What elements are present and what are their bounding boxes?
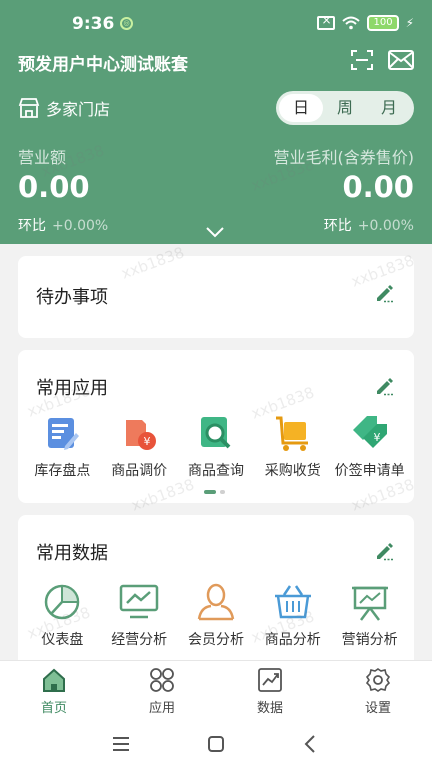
revenue-compare: 环比 +0.00% [18, 215, 108, 235]
status-icons: 100 ⚡ [317, 13, 414, 31]
tab-home[interactable]: 首页 [0, 661, 108, 720]
app-label: 商品调价 [111, 463, 168, 479]
app-label: 价签申请单 [334, 463, 405, 479]
inventory-count-icon [48, 418, 80, 450]
data-product-analysis[interactable]: 商品分析 [257, 581, 329, 649]
edit-icon[interactable] [374, 541, 394, 561]
app-price-tag[interactable]: ¥ 价签申请单 [334, 412, 406, 480]
edit-icon[interactable] [374, 283, 394, 303]
gross-profit-compare-value: +0.00% [357, 218, 414, 234]
store-label: 多家门店 [46, 100, 111, 119]
header: 9:36 ◎ 100 ⚡ 预发用户中心测试账套 多家门店 日 周 [0, 0, 432, 244]
todo-card-title: 待办事项 [36, 287, 108, 308]
data-label: 经营分析 [111, 632, 168, 648]
data-card: 常用数据 仪表盘 经营分析 会员分析 商品分析 营销分析 [18, 515, 414, 665]
gross-profit-label: 营业毛利(含券售价) [273, 148, 415, 167]
business-analysis-icon [119, 584, 159, 619]
tab-data[interactable]: 数据 [216, 661, 324, 720]
price-adjust-icon: ¥ [126, 420, 157, 450]
charging-icon: ⚡ [405, 16, 414, 30]
app-label: 采购收货 [264, 463, 321, 479]
price-tag-icon: ¥ [352, 416, 387, 448]
product-analysis-icon [274, 585, 311, 619]
system-nav-bar [0, 720, 432, 768]
data-dashboard[interactable]: 仪表盘 [26, 581, 98, 649]
data-label: 会员分析 [187, 632, 244, 648]
period-week[interactable]: 周 [323, 94, 367, 122]
tab-label: 应用 [148, 701, 175, 716]
product-search-icon [200, 417, 231, 449]
app-price-adjust[interactable]: ¥ 商品调价 [103, 412, 175, 480]
settings-icon [365, 668, 391, 692]
revenue-value: 0.00 [18, 170, 90, 204]
apps-icon [150, 668, 174, 692]
scan-icon[interactable] [350, 48, 374, 72]
gross-profit-value: 0.00 [342, 170, 414, 204]
app-label: 库存盘点 [34, 463, 91, 479]
menu-icon[interactable] [110, 733, 132, 755]
battery-icon: 100 [367, 15, 399, 31]
period-toggle[interactable]: 日 周 月 [276, 91, 414, 125]
chevron-down-icon[interactable] [205, 226, 225, 238]
app-product-search[interactable]: 商品查询 [180, 412, 252, 480]
data-member-analysis[interactable]: 会员分析 [180, 581, 252, 649]
page-indicator [204, 490, 225, 494]
status-time: 9:36 [72, 14, 115, 34]
data-label: 仪表盘 [41, 632, 84, 648]
todo-card[interactable]: 待办事项 [18, 256, 414, 338]
tab-settings[interactable]: 设置 [324, 661, 432, 720]
home-icon [43, 668, 65, 692]
app-label: 商品查询 [187, 463, 244, 479]
revenue-label: 营业额 [18, 148, 67, 167]
data-card-title: 常用数据 [36, 543, 108, 564]
no-sim-icon [317, 13, 336, 30]
apps-grid: 库存盘点 ¥ 商品调价 商品查询 采购收货 ¥ 价签申请单 [18, 412, 414, 480]
store-selector[interactable]: 多家门店 [18, 96, 110, 120]
purchase-receive-icon [275, 416, 308, 451]
home-button-icon[interactable] [205, 733, 227, 755]
data-label: 商品分析 [264, 632, 321, 648]
tab-label: 设置 [364, 701, 391, 716]
period-day[interactable]: 日 [279, 94, 323, 122]
tab-bar: 首页 应用 数据 设置 [0, 660, 432, 720]
gross-profit-compare: 环比 +0.00% [324, 215, 414, 235]
svg-text:¥: ¥ [144, 435, 151, 448]
wifi-icon [342, 16, 361, 30]
revenue-compare-value: +0.00% [52, 218, 109, 234]
tab-label: 数据 [256, 701, 283, 716]
apps-card-title: 常用应用 [36, 378, 108, 399]
app-inventory-count[interactable]: 库存盘点 [26, 412, 98, 480]
mail-icon[interactable] [388, 50, 414, 70]
period-month[interactable]: 月 [367, 94, 411, 122]
member-analysis-icon [197, 583, 235, 621]
gross-profit-compare-label: 环比 [323, 218, 352, 234]
apps-card: 常用应用 库存盘点 ¥ 商品调价 商品查询 采购收货 ¥ 价签申请单 [18, 350, 414, 503]
tab-apps[interactable]: 应用 [108, 661, 216, 720]
status-bar: 9:36 ◎ 100 ⚡ [0, 0, 432, 48]
store-icon [18, 98, 40, 118]
dashboard-icon [45, 584, 80, 620]
data-marketing-analysis[interactable]: 营销分析 [334, 581, 406, 649]
data-label: 营销分析 [341, 632, 398, 648]
page-title: 预发用户中心测试账套 [18, 55, 188, 75]
data-grid: 仪表盘 经营分析 会员分析 商品分析 营销分析 [18, 581, 414, 649]
page-dot-active [204, 490, 216, 494]
marketing-analysis-icon [351, 586, 388, 621]
svg-text:¥: ¥ [373, 431, 380, 444]
app-purchase-receive[interactable]: 采购收货 [257, 412, 329, 480]
page-dot [220, 490, 225, 494]
back-icon[interactable] [300, 733, 322, 755]
notification-icon: ◎ [120, 17, 133, 30]
edit-icon[interactable] [374, 376, 394, 396]
tab-label: 首页 [40, 701, 67, 716]
data-icon [258, 668, 282, 692]
data-business-analysis[interactable]: 经营分析 [103, 581, 175, 649]
revenue-compare-label: 环比 [18, 218, 46, 234]
